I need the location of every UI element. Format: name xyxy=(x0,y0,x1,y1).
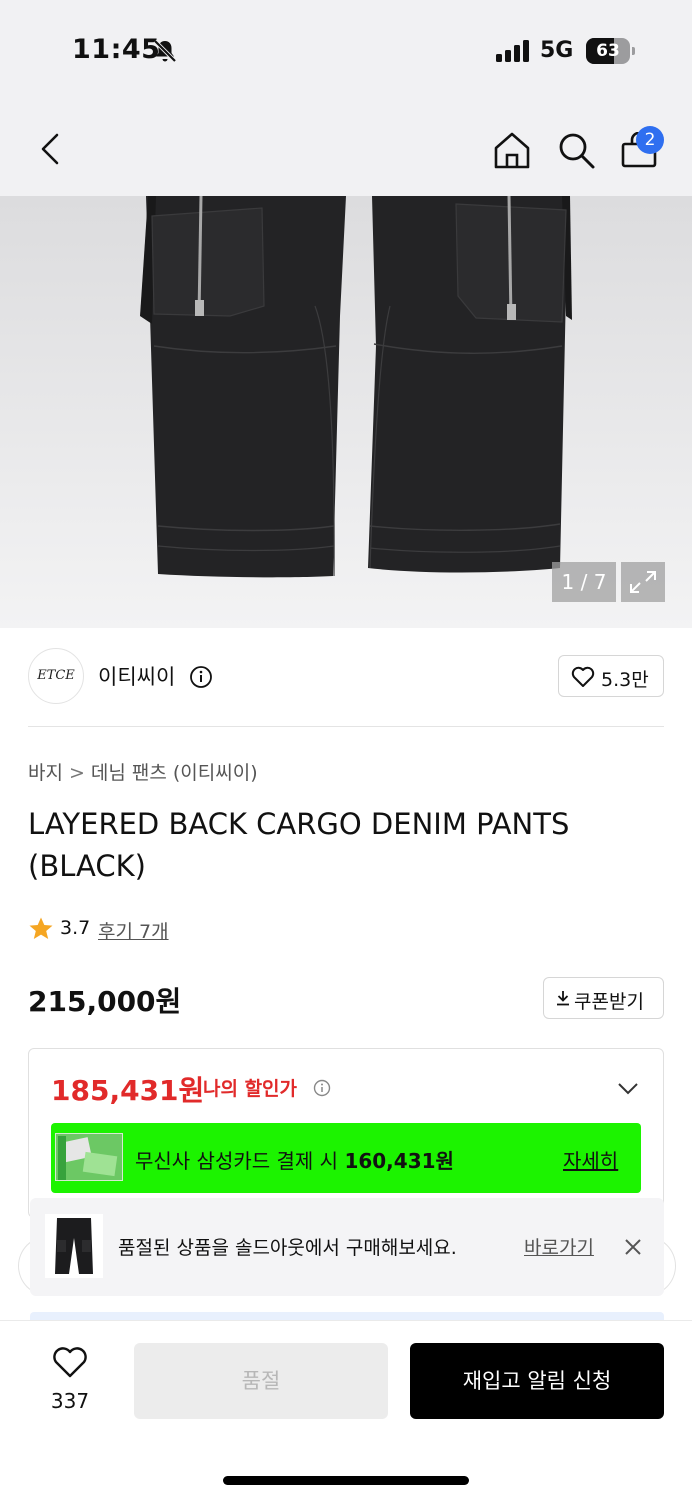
soldout-button[interactable]: 품절 xyxy=(134,1343,388,1419)
battery-icon: 63 xyxy=(586,38,635,64)
breadcrumb-subcategory[interactable]: 데님 팬츠 (이티씨이) xyxy=(91,758,258,785)
brand-like-count: 5.3만 xyxy=(601,669,649,691)
toast-message: 품절된 상품을 솔드아웃에서 구매해보세요. xyxy=(118,1237,457,1259)
battery-level: 63 xyxy=(596,41,620,61)
brand-name[interactable]: 이티씨이 xyxy=(98,661,175,691)
breadcrumb-separator: > xyxy=(68,762,85,784)
card-promo-price: 160,431원 xyxy=(344,1149,454,1173)
network-label: 5G xyxy=(540,38,574,63)
restock-alert-button[interactable]: 재입고 알림 신청 xyxy=(410,1343,664,1419)
card-promo-detail-link[interactable]: 자세히 xyxy=(563,1145,618,1174)
breadcrumb-category[interactable]: 바지 xyxy=(28,758,63,785)
home-indicator xyxy=(223,1476,469,1485)
product-title: LAYERED BACK CARGO DENIM PANTS (BLACK) xyxy=(28,807,570,883)
bottom-action-bar: 337 품절 재입고 알림 신청 xyxy=(0,1320,692,1500)
brand-logo[interactable]: ETCE xyxy=(28,648,84,704)
back-icon[interactable] xyxy=(38,132,62,170)
cellular-signal-icon xyxy=(496,40,530,66)
status-bar: 11:45 5G 63 xyxy=(0,0,692,100)
bell-muted-icon xyxy=(152,38,178,68)
brand-like-button[interactable]: 5.3만 xyxy=(558,655,664,697)
expand-image-button[interactable] xyxy=(621,562,665,602)
toast-go-link[interactable]: 바로가기 xyxy=(524,1233,594,1260)
coupon-button[interactable]: 쿠폰받기 xyxy=(543,977,664,1019)
image-counter: 1 / 7 xyxy=(552,562,616,602)
rating-value: 3.7 xyxy=(60,917,91,939)
cart-count-badge: 2 xyxy=(636,126,664,154)
coupon-label: 쿠폰받기 xyxy=(574,991,644,1013)
card-promo-text: 무신사 삼성카드 결제 시 160,431원 xyxy=(135,1145,454,1174)
my-discount-price: 185,431원 xyxy=(51,1074,205,1107)
wish-count: 337 xyxy=(50,1389,90,1413)
close-icon[interactable] xyxy=(624,1238,642,1260)
download-icon xyxy=(556,990,570,1010)
my-discount-label: 나의 할인가 xyxy=(203,1078,298,1100)
chevron-down-icon[interactable] xyxy=(617,1081,639,1100)
heart-icon xyxy=(571,666,595,692)
toast-product-thumbnail xyxy=(45,1214,103,1278)
nav-bar xyxy=(0,100,692,196)
card-promo-image xyxy=(55,1133,123,1181)
brand-row: ETCE 이티씨이 5.3만 xyxy=(28,648,664,706)
home-icon[interactable] xyxy=(492,130,532,174)
divider xyxy=(28,726,664,727)
star-icon xyxy=(28,916,54,946)
discount-box[interactable]: 185,431원 나의 할인가 무신사 삼성카드 결제 시 160,431원 자… xyxy=(28,1048,664,1218)
info-icon[interactable] xyxy=(189,665,213,693)
review-count-link[interactable]: 후기 7개 xyxy=(98,917,169,944)
heart-icon[interactable] xyxy=(52,1347,88,1383)
status-time: 11:45 xyxy=(72,34,161,65)
info-strip xyxy=(30,1312,664,1320)
breadcrumb: 바지 > 데님 팬츠 (이티씨이) xyxy=(28,758,258,785)
card-promo-banner[interactable]: 무신사 삼성카드 결제 시 160,431원 자세히 xyxy=(51,1123,641,1193)
card-promo-label: 무신사 삼성카드 결제 시 xyxy=(135,1149,345,1173)
expand-icon xyxy=(630,571,656,593)
soldout-toast: 품절된 상품을 솔드아웃에서 구매해보세요. 바로가기 xyxy=(30,1198,664,1296)
info-icon[interactable] xyxy=(313,1079,331,1101)
search-icon[interactable] xyxy=(556,130,596,174)
original-price: 215,000원 xyxy=(28,985,182,1018)
